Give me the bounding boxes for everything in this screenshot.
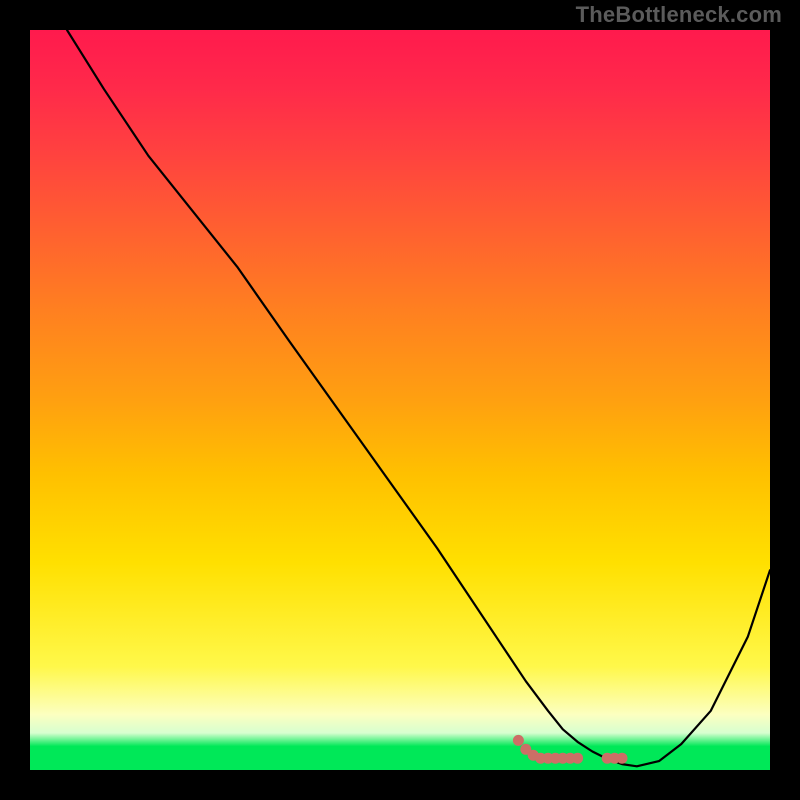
dot-marker bbox=[513, 735, 524, 746]
watermark-text: TheBottleneck.com bbox=[576, 2, 782, 28]
dotted-segment bbox=[513, 735, 628, 764]
plot-area bbox=[30, 30, 770, 770]
dot-marker bbox=[617, 753, 628, 764]
dot-marker bbox=[572, 753, 583, 764]
chart-svg bbox=[30, 30, 770, 770]
main-curve bbox=[67, 30, 770, 766]
chart-frame: TheBottleneck.com bbox=[0, 0, 800, 800]
